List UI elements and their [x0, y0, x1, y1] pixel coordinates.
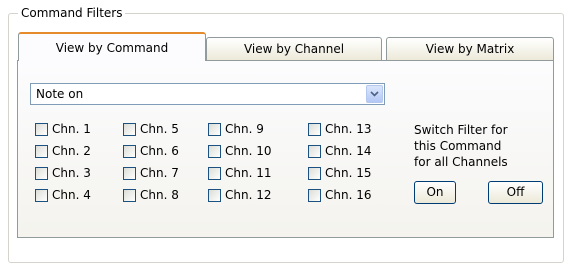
- channel-checkbox[interactable]: Chn. 16: [308, 187, 372, 203]
- checkbox-label: Chn. 13: [325, 121, 372, 136]
- checkbox-box[interactable]: [123, 144, 136, 158]
- checkbox-label: Chn. 2: [52, 143, 91, 158]
- checkbox-box[interactable]: [208, 122, 221, 136]
- checkbox-label: Chn. 16: [325, 187, 372, 202]
- channel-checkbox[interactable]: Chn. 3: [35, 165, 91, 181]
- checkbox-label: Chn. 14: [325, 143, 372, 158]
- checkbox-label: Chn. 8: [140, 187, 179, 202]
- checkbox-box[interactable]: [35, 144, 48, 158]
- on-button[interactable]: On: [414, 181, 456, 204]
- tab-view-by-command[interactable]: View by Command: [18, 32, 206, 61]
- channel-checkbox[interactable]: Chn. 7: [123, 165, 179, 181]
- checkbox-box[interactable]: [208, 188, 221, 202]
- checkbox-label: Chn. 3: [52, 165, 91, 180]
- channel-checkbox[interactable]: Chn. 12: [208, 187, 272, 203]
- tab-label: View by Command: [55, 41, 169, 55]
- channel-checkbox[interactable]: Chn. 10: [208, 143, 272, 159]
- checkbox-box[interactable]: [308, 122, 321, 136]
- info-line: Switch Filter for: [414, 123, 508, 137]
- info-line: this Command: [414, 139, 502, 153]
- channel-checkbox[interactable]: Chn. 14: [308, 143, 372, 159]
- checkbox-label: Chn. 12: [225, 187, 272, 202]
- tab-label: View by Channel: [243, 42, 345, 56]
- off-button-label: Off: [506, 185, 525, 199]
- off-button[interactable]: Off: [488, 181, 543, 204]
- tab-panel-view-by-command: Note on Chn. 1 Chn. 2 Chn. 3 Chn. 4 Chn. 5 Ch…: [17, 60, 554, 238]
- checkbox-box[interactable]: [35, 122, 48, 136]
- checkbox-label: Chn. 11: [225, 165, 272, 180]
- checkbox-label: Chn. 5: [140, 121, 179, 136]
- checkbox-label: Chn. 9: [225, 121, 264, 136]
- tab-view-by-channel[interactable]: View by Channel: [206, 37, 382, 61]
- command-select-value: Note on: [36, 87, 84, 101]
- checkbox-label: Chn. 15: [325, 165, 372, 180]
- checkbox-box[interactable]: [208, 166, 221, 180]
- checkbox-label: Chn. 1: [52, 121, 91, 136]
- checkbox-box[interactable]: [308, 166, 321, 180]
- channel-checkbox[interactable]: Chn. 13: [308, 121, 372, 137]
- checkbox-box[interactable]: [123, 188, 136, 202]
- switch-filter-info: Switch Filter for this Command for all C…: [414, 122, 544, 170]
- channel-checkbox[interactable]: Chn. 9: [208, 121, 264, 137]
- tab-view-by-matrix[interactable]: View by Matrix: [386, 37, 554, 61]
- checkbox-box[interactable]: [308, 144, 321, 158]
- channel-checkbox[interactable]: Chn. 15: [308, 165, 372, 181]
- info-line: for all Channels: [414, 155, 508, 169]
- channel-checkbox[interactable]: Chn. 2: [35, 143, 91, 159]
- channel-checkbox[interactable]: Chn. 5: [123, 121, 179, 137]
- checkbox-label: Chn. 4: [52, 187, 91, 202]
- tab-label: View by Matrix: [425, 42, 515, 56]
- checkbox-box[interactable]: [123, 166, 136, 180]
- checkbox-label: Chn. 7: [140, 165, 179, 180]
- channel-checkbox[interactable]: Chn. 4: [35, 187, 91, 203]
- checkbox-box[interactable]: [123, 122, 136, 136]
- channel-checkbox[interactable]: Chn. 6: [123, 143, 179, 159]
- checkbox-box[interactable]: [35, 188, 48, 202]
- on-button-label: On: [426, 185, 444, 199]
- checkbox-box[interactable]: [308, 188, 321, 202]
- checkbox-box[interactable]: [208, 144, 221, 158]
- channel-checkbox[interactable]: Chn. 8: [123, 187, 179, 203]
- group-title: Command Filters: [18, 5, 126, 21]
- checkbox-box[interactable]: [35, 166, 48, 180]
- checkbox-label: Chn. 10: [225, 143, 272, 158]
- channel-checkbox[interactable]: Chn. 1: [35, 121, 91, 137]
- chevron-down-icon[interactable]: [366, 85, 383, 103]
- channel-checkbox[interactable]: Chn. 11: [208, 165, 272, 181]
- checkbox-label: Chn. 6: [140, 143, 179, 158]
- command-select[interactable]: Note on: [30, 83, 385, 105]
